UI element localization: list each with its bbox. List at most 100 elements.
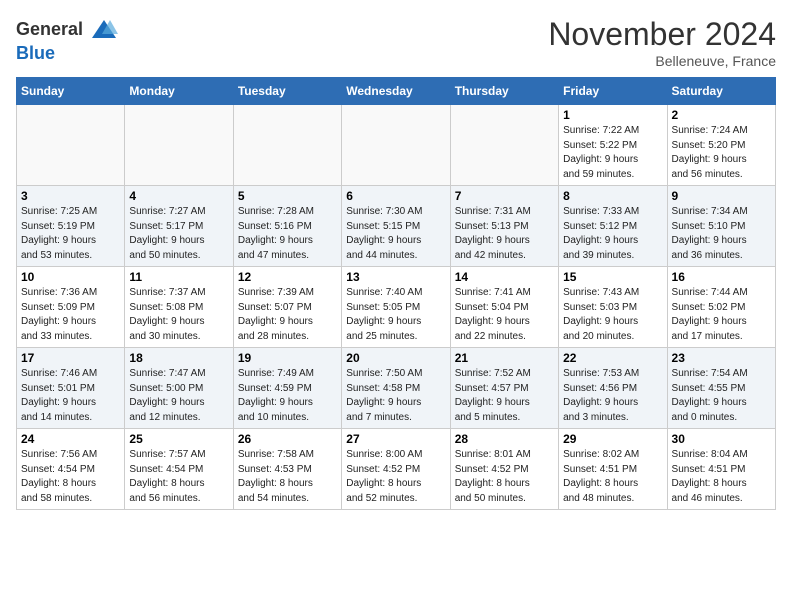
weekday-header-wednesday: Wednesday xyxy=(342,78,450,105)
calendar-cell: 15Sunrise: 7:43 AM Sunset: 5:03 PM Dayli… xyxy=(559,267,667,348)
day-info: Sunrise: 7:41 AM Sunset: 5:04 PM Dayligh… xyxy=(455,286,554,344)
logo-general: General xyxy=(16,19,83,39)
day-number: 20 xyxy=(346,351,445,365)
calendar-cell: 23 Sunrise: 7:54 AM Sunset: 4:55 PM Dayli… xyxy=(667,348,775,429)
calendar-cell xyxy=(125,105,233,186)
calendar-cell: 24 Sunrise: 7:56 AM Sunset: 4:54 PM Dayli… xyxy=(17,429,125,510)
calendar-cell xyxy=(17,105,125,186)
calendar-cell: 11 Sunrise: 7:37 AM Sunset: 5:08 PM Dayli… xyxy=(125,267,233,348)
day-number: 10 xyxy=(21,270,120,284)
day-number: 16 xyxy=(672,270,771,284)
logo: General Blue xyxy=(16,16,118,64)
day-info: Sunrise: 7:56 AM Sunset: 4:54 PM Dayligh… xyxy=(21,448,120,506)
weekday-header-saturday: Saturday xyxy=(667,78,775,105)
weekday-header-sunday: Sunday xyxy=(17,78,125,105)
day-number: 13 xyxy=(346,270,445,284)
day-info: Sunrise: 7:30 AM Sunset: 5:15 PM Dayligh… xyxy=(346,205,445,263)
calendar-cell: 8 Sunrise: 7:33 AM Sunset: 5:12 PM Daylig… xyxy=(559,186,667,267)
calendar-cell: 21 Sunrise: 7:52 AM Sunset: 4:57 PM Dayli… xyxy=(450,348,558,429)
day-info: Sunrise: 7:53 AM Sunset: 4:56 PM Dayligh… xyxy=(563,367,662,425)
day-info: Sunrise: 7:47 AM Sunset: 5:00 PM Dayligh… xyxy=(129,367,228,425)
day-number: 3 xyxy=(21,189,120,203)
weekday-header-friday: Friday xyxy=(559,78,667,105)
calendar-cell: 6 Sunrise: 7:30 AM Sunset: 5:15 PM Daylig… xyxy=(342,186,450,267)
calendar-cell: 27 Sunrise: 8:00 AM Sunset: 4:52 PM Dayli… xyxy=(342,429,450,510)
day-info: Sunrise: 7:54 AM Sunset: 4:55 PM Dayligh… xyxy=(672,367,771,425)
day-number: 1 xyxy=(563,108,662,122)
calendar-cell: 4 Sunrise: 7:27 AM Sunset: 5:17 PM Daylig… xyxy=(125,186,233,267)
day-number: 24 xyxy=(21,432,120,446)
day-info: Sunrise: 7:22 AM Sunset: 5:22 PM Dayligh… xyxy=(563,124,662,182)
calendar-cell: 29 Sunrise: 8:02 AM Sunset: 4:51 PM Dayli… xyxy=(559,429,667,510)
calendar-cell: 13 Sunrise: 7:40 AM Sunset: 5:05 PM Dayli… xyxy=(342,267,450,348)
calendar-cell: 19 Sunrise: 7:49 AM Sunset: 4:59 PM Dayli… xyxy=(233,348,341,429)
day-info: Sunrise: 7:33 AM Sunset: 5:12 PM Dayligh… xyxy=(563,205,662,263)
day-number: 25 xyxy=(129,432,228,446)
day-number: 5 xyxy=(238,189,337,203)
day-number: 22 xyxy=(563,351,662,365)
day-info: Sunrise: 7:34 AM Sunset: 5:10 PM Dayligh… xyxy=(672,205,771,263)
day-number: 4 xyxy=(129,189,228,203)
title-block: November 2024 Belleneuve, France xyxy=(548,16,776,69)
weekday-header-thursday: Thursday xyxy=(450,78,558,105)
day-info: Sunrise: 7:25 AM Sunset: 5:19 PM Dayligh… xyxy=(21,205,120,263)
calendar-cell: 28 Sunrise: 8:01 AM Sunset: 4:52 PM Dayli… xyxy=(450,429,558,510)
day-info: Sunrise: 7:40 AM Sunset: 5:05 PM Dayligh… xyxy=(346,286,445,344)
day-info: Sunrise: 7:27 AM Sunset: 5:17 PM Dayligh… xyxy=(129,205,228,263)
calendar-cell: 12Sunrise: 7:39 AM Sunset: 5:07 PM Dayli… xyxy=(233,267,341,348)
calendar-week-5: 24 Sunrise: 7:56 AM Sunset: 4:54 PM Dayli… xyxy=(17,429,776,510)
calendar-cell: 16 Sunrise: 7:44 AM Sunset: 5:02 PM Dayli… xyxy=(667,267,775,348)
day-info: Sunrise: 7:43 AM Sunset: 5:03 PM Dayligh… xyxy=(563,286,662,344)
calendar-header: SundayMondayTuesdayWednesdayThursdayFrid… xyxy=(17,78,776,105)
day-number: 14 xyxy=(455,270,554,284)
day-number: 8 xyxy=(563,189,662,203)
day-info: Sunrise: 7:36 AM Sunset: 5:09 PM Dayligh… xyxy=(21,286,120,344)
day-number: 27 xyxy=(346,432,445,446)
day-info: Sunrise: 7:44 AM Sunset: 5:02 PM Dayligh… xyxy=(672,286,771,344)
day-number: 9 xyxy=(672,189,771,203)
calendar-week-4: 17Sunrise: 7:46 AM Sunset: 5:01 PM Dayli… xyxy=(17,348,776,429)
month-title: November 2024 xyxy=(548,16,776,53)
day-info: Sunrise: 7:49 AM Sunset: 4:59 PM Dayligh… xyxy=(238,367,337,425)
logo-blue: Blue xyxy=(16,43,55,63)
day-info: Sunrise: 7:46 AM Sunset: 5:01 PM Dayligh… xyxy=(21,367,120,425)
day-info: Sunrise: 8:02 AM Sunset: 4:51 PM Dayligh… xyxy=(563,448,662,506)
day-info: Sunrise: 7:58 AM Sunset: 4:53 PM Dayligh… xyxy=(238,448,337,506)
day-info: Sunrise: 7:28 AM Sunset: 5:16 PM Dayligh… xyxy=(238,205,337,263)
calendar-cell: 7Sunrise: 7:31 AM Sunset: 5:13 PM Daylig… xyxy=(450,186,558,267)
calendar-cell: 2Sunrise: 7:24 AM Sunset: 5:20 PM Daylig… xyxy=(667,105,775,186)
calendar-cell: 1 Sunrise: 7:22 AM Sunset: 5:22 PM Daylig… xyxy=(559,105,667,186)
day-info: Sunrise: 8:01 AM Sunset: 4:52 PM Dayligh… xyxy=(455,448,554,506)
calendar-cell: 9 Sunrise: 7:34 AM Sunset: 5:10 PM Daylig… xyxy=(667,186,775,267)
calendar-cell: 10 Sunrise: 7:36 AM Sunset: 5:09 PM Dayli… xyxy=(17,267,125,348)
calendar-cell xyxy=(233,105,341,186)
location: Belleneuve, France xyxy=(548,53,776,69)
calendar-cell: 26 Sunrise: 7:58 AM Sunset: 4:53 PM Dayli… xyxy=(233,429,341,510)
calendar-cell: 20 Sunrise: 7:50 AM Sunset: 4:58 PM Dayli… xyxy=(342,348,450,429)
day-number: 21 xyxy=(455,351,554,365)
calendar-cell: 17Sunrise: 7:46 AM Sunset: 5:01 PM Dayli… xyxy=(17,348,125,429)
calendar-week-1: 1 Sunrise: 7:22 AM Sunset: 5:22 PM Daylig… xyxy=(17,105,776,186)
calendar-cell xyxy=(450,105,558,186)
calendar-body: 1 Sunrise: 7:22 AM Sunset: 5:22 PM Daylig… xyxy=(17,105,776,510)
day-number: 23 xyxy=(672,351,771,365)
day-info: Sunrise: 8:00 AM Sunset: 4:52 PM Dayligh… xyxy=(346,448,445,506)
day-number: 28 xyxy=(455,432,554,446)
calendar-cell: 25Sunrise: 7:57 AM Sunset: 4:54 PM Dayli… xyxy=(125,429,233,510)
calendar-week-2: 3 Sunrise: 7:25 AM Sunset: 5:19 PM Daylig… xyxy=(17,186,776,267)
logo-icon xyxy=(90,16,118,44)
day-info: Sunrise: 7:39 AM Sunset: 5:07 PM Dayligh… xyxy=(238,286,337,344)
day-number: 29 xyxy=(563,432,662,446)
day-info: Sunrise: 7:50 AM Sunset: 4:58 PM Dayligh… xyxy=(346,367,445,425)
calendar-week-3: 10 Sunrise: 7:36 AM Sunset: 5:09 PM Dayli… xyxy=(17,267,776,348)
day-info: Sunrise: 7:37 AM Sunset: 5:08 PM Dayligh… xyxy=(129,286,228,344)
day-number: 19 xyxy=(238,351,337,365)
day-info: Sunrise: 7:52 AM Sunset: 4:57 PM Dayligh… xyxy=(455,367,554,425)
day-number: 11 xyxy=(129,270,228,284)
calendar-cell: 18Sunrise: 7:47 AM Sunset: 5:00 PM Dayli… xyxy=(125,348,233,429)
day-info: Sunrise: 8:04 AM Sunset: 4:51 PM Dayligh… xyxy=(672,448,771,506)
calendar-table: SundayMondayTuesdayWednesdayThursdayFrid… xyxy=(16,77,776,510)
day-number: 6 xyxy=(346,189,445,203)
day-number: 26 xyxy=(238,432,337,446)
calendar-cell: 14 Sunrise: 7:41 AM Sunset: 5:04 PM Dayli… xyxy=(450,267,558,348)
